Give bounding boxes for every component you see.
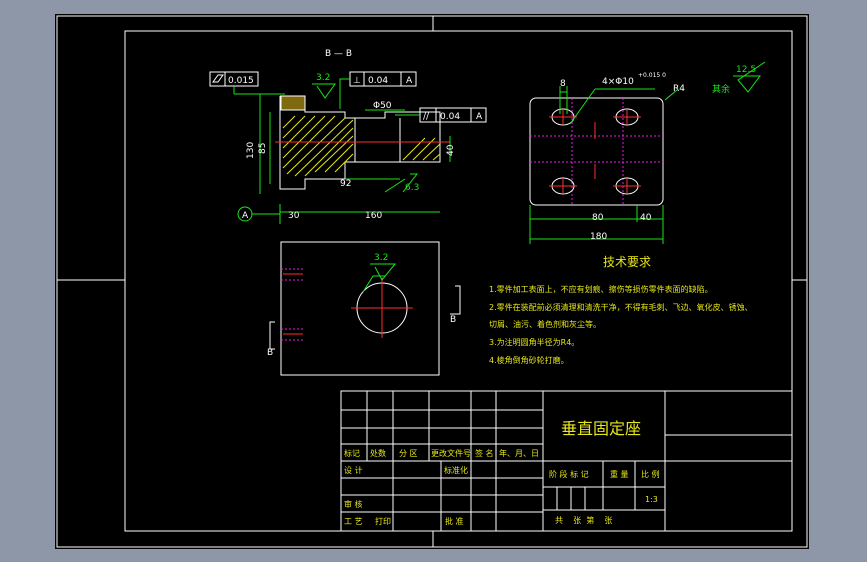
par-value: 0.04 xyxy=(440,112,460,122)
title-block xyxy=(340,390,793,532)
perp-leader xyxy=(339,78,350,109)
tech-title: 技术要求 xyxy=(603,255,651,269)
tb-print: 打印 xyxy=(375,516,391,526)
dim-40: 40 xyxy=(446,144,456,156)
th-sign: 签 名 xyxy=(475,448,494,458)
tb-sheets: 共 张 第 张 xyxy=(555,515,612,525)
roughness-1: 3.2 xyxy=(316,73,330,83)
roughness-rest-label: 其余 xyxy=(712,83,730,95)
section-label: B — B xyxy=(325,49,352,59)
tb-scale-label: 比 例 xyxy=(641,469,660,479)
dim-hole-tol: +0.015 0 xyxy=(638,72,666,79)
th-change: 更改文件号 xyxy=(431,448,471,458)
outer-frame xyxy=(56,15,808,548)
roughness-symbol-1 xyxy=(312,83,336,99)
th-mark: 标记 xyxy=(344,448,360,458)
perp-value: 0.04 xyxy=(368,76,388,86)
hatch-lines xyxy=(282,115,441,177)
tb-process: 工 艺 xyxy=(344,517,363,526)
tb-design: 设 计 xyxy=(344,465,363,475)
section-mark-b-upper: B xyxy=(450,315,456,325)
dim-92: 92 xyxy=(340,179,351,189)
parallel-icon: // xyxy=(423,112,430,122)
perp-datum: A xyxy=(406,76,413,86)
dim-130: 130 xyxy=(246,142,256,159)
tech-line-3: 切屑、油污、着色剂和灰尘等。 xyxy=(489,319,601,329)
tb-review: 审 核 xyxy=(344,499,363,509)
th-date: 年、月、日 xyxy=(499,448,539,458)
dim-30: 30 xyxy=(288,211,300,221)
tb-stage: 阶 段 标 记 xyxy=(549,469,589,479)
tech-line-2: 2.零件在装配前必须清理和清洗干净，不得有毛刺、飞边、氧化皮、锈蚀、 xyxy=(489,302,753,312)
dim-holes: 4×Φ10 xyxy=(602,77,634,87)
tb-weight: 重 量 xyxy=(610,469,629,479)
datum-a: A xyxy=(242,211,249,221)
roughness-3: 3.2 xyxy=(374,253,388,263)
dim-80: 80 xyxy=(592,213,604,223)
roughness-symbol-3 xyxy=(370,263,397,281)
flatness-value: 0.015 xyxy=(228,76,254,86)
dim-40r: 40 xyxy=(640,213,652,223)
dim-8: 8 xyxy=(560,79,566,89)
section-mark-b-lower: B xyxy=(267,348,273,358)
dims-left xyxy=(237,94,451,224)
tb-scale: 1:3 xyxy=(645,495,658,504)
dim-160: 160 xyxy=(365,211,382,221)
cad-viewport[interactable]: B — B 0.015 ⊥ 0.04 A 3.2 // 0.04 A 130 8… xyxy=(55,14,809,549)
dim-85: 85 xyxy=(258,143,268,154)
part-name: 垂直固定座 xyxy=(561,419,641,438)
roughness-2: 6.3 xyxy=(405,183,419,193)
dim-180: 180 xyxy=(590,232,607,242)
tech-line-4: 3.为注明圆角半径为R4。 xyxy=(489,337,579,347)
par-datum: A xyxy=(476,112,483,122)
tb-standard: 标准化 xyxy=(444,465,468,475)
tech-line-1: 1.零件加工表面上，不应有划痕、擦伤等损伤零件表面的缺陷。 xyxy=(489,284,713,294)
dim-r4: R4 xyxy=(673,84,685,94)
th-zone: 分 区 xyxy=(399,449,418,458)
flatness-icon xyxy=(212,74,224,83)
perpendicular-icon: ⊥ xyxy=(353,76,361,86)
drawing-canvas: B — B 0.015 ⊥ 0.04 A 3.2 // 0.04 A 130 8… xyxy=(56,15,808,548)
side-view xyxy=(269,241,461,376)
tech-line-5: 4.棱角倒角砂轮打磨。 xyxy=(489,355,569,365)
th-count: 处数 xyxy=(370,448,386,458)
top-view xyxy=(529,86,678,244)
tb-approve: 批 准 xyxy=(445,516,464,526)
dim-phi50: Φ50 xyxy=(373,101,392,111)
